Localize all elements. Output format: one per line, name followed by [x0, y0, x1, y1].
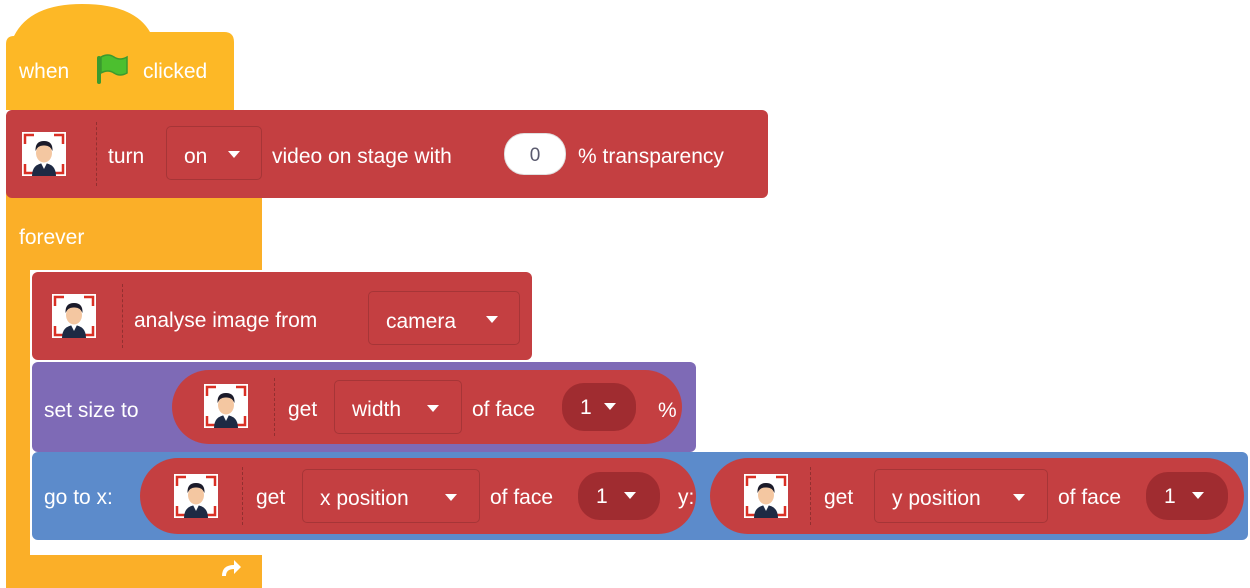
video-on-stage-label: video on stage with [272, 145, 452, 168]
turn-label: turn [108, 145, 145, 168]
face-index-value: 1 [580, 396, 592, 419]
forever-label: forever [19, 226, 85, 249]
set-size-label: set size to [44, 399, 139, 422]
separator [274, 378, 275, 436]
face-detection-icon [22, 132, 66, 176]
y-property-dropdown[interactable]: y position [874, 469, 1048, 523]
loop-arrow-icon [222, 560, 241, 576]
clicked-label: clicked [143, 60, 208, 83]
face-width-reporter[interactable]: get width of face 1 [172, 370, 682, 444]
chevron-down-icon [1192, 492, 1204, 499]
face-property-dropdown[interactable]: width [334, 380, 462, 434]
transparency-value: 0 [529, 145, 541, 166]
face-property-value: width [352, 398, 402, 421]
x-property-dropdown[interactable]: x position [302, 469, 480, 523]
go-to-xy-block[interactable]: go to x: get x position of face 1 y: get… [32, 452, 1248, 540]
separator [96, 122, 97, 186]
chevron-down-icon [486, 316, 498, 323]
video-state-value: on [184, 145, 208, 168]
transparency-input[interactable]: 0 [504, 133, 566, 175]
separator [810, 467, 811, 525]
face-y-reporter[interactable]: get y position of face 1 [710, 458, 1244, 534]
chevron-down-icon [445, 494, 457, 501]
get-label: get [256, 486, 286, 509]
of-face-label: of face [1058, 486, 1122, 509]
chevron-down-icon [427, 405, 439, 412]
x-face-index-value: 1 [596, 485, 608, 508]
chevron-down-icon [1013, 494, 1025, 501]
y-face-index-value: 1 [1164, 485, 1176, 508]
separator [122, 284, 123, 348]
of-face-label: of face [490, 486, 554, 509]
when-label: when [19, 60, 70, 83]
video-state-dropdown[interactable]: on [166, 126, 262, 180]
image-source-dropdown[interactable]: camera [368, 291, 520, 345]
y-label: y: [678, 486, 695, 509]
get-label: get [824, 486, 854, 509]
green-flag-icon[interactable] [94, 52, 130, 86]
analyse-image-block[interactable]: analyse image from camera [32, 272, 532, 360]
y-face-index-dropdown[interactable]: 1 [1146, 472, 1228, 520]
get-label: get [288, 398, 318, 421]
chevron-down-icon [624, 492, 636, 499]
x-property-value: x position [320, 487, 409, 510]
face-index-dropdown[interactable]: 1 [562, 383, 636, 431]
analyse-label: analyse image from [134, 309, 318, 332]
of-face-label: of face [472, 398, 536, 421]
face-x-reporter[interactable]: get x position of face 1 [140, 458, 696, 534]
separator [242, 467, 243, 525]
x-face-index-dropdown[interactable]: 1 [578, 472, 660, 520]
percent-label: % [658, 399, 677, 422]
face-detection-icon [204, 384, 248, 428]
y-property-value: y position [892, 487, 981, 510]
transparency-suffix: % transparency [578, 145, 724, 168]
set-size-block[interactable]: set size to get width of face 1 % [32, 362, 696, 452]
image-source-value: camera [386, 310, 457, 333]
face-detection-icon [52, 294, 96, 338]
face-detection-icon [744, 474, 788, 518]
when-flag-clicked-block[interactable]: when clicked [0, 0, 240, 110]
chevron-down-icon [228, 151, 240, 158]
face-detection-icon [174, 474, 218, 518]
chevron-down-icon [604, 403, 616, 410]
go-to-x-label: go to x: [44, 486, 113, 509]
video-transparency-block[interactable]: turn on video on stage with 0 % transpar… [6, 110, 768, 198]
